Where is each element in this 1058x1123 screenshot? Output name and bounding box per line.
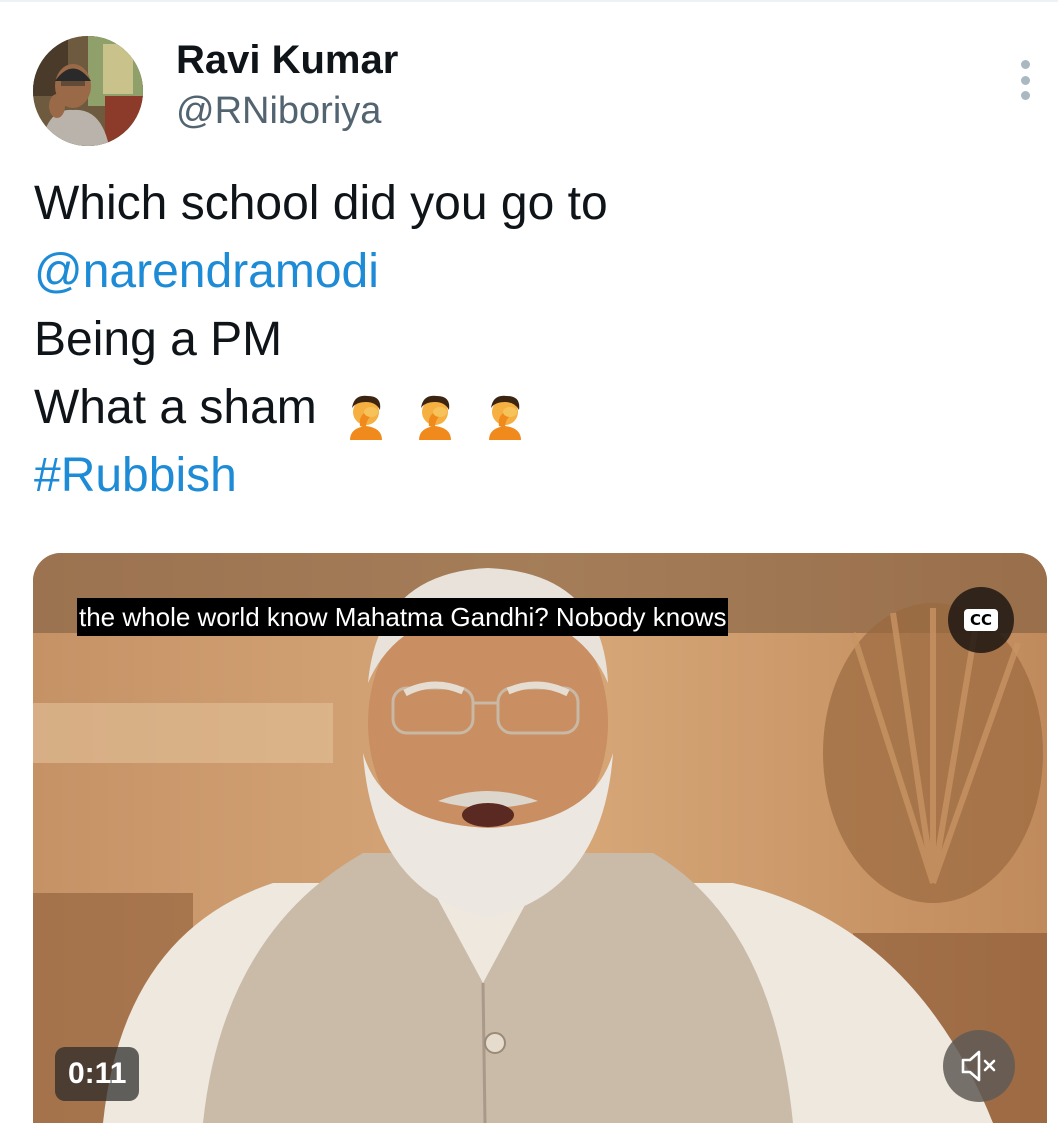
tweet-line: Which school did you go to xyxy=(34,177,608,230)
video-frame xyxy=(33,553,1047,1123)
tweet-line: Being a PM xyxy=(34,313,283,366)
tweet-page: Ravi Kumar @RNiboriya Which school did y… xyxy=(0,0,1058,1123)
facepalm-emoji-icon xyxy=(350,396,383,441)
cc-icon: CC xyxy=(963,609,999,631)
video-caption: the whole world know Mahatma Gandhi? Nob… xyxy=(77,598,729,636)
video-duration: 0:11 xyxy=(55,1047,140,1101)
video-player[interactable]: the whole world know Mahatma Gandhi? Nob… xyxy=(33,553,1047,1123)
display-name[interactable]: Ravi Kumar xyxy=(176,38,398,83)
avatar[interactable] xyxy=(33,36,143,146)
hashtag-link[interactable]: #Rubbish xyxy=(34,449,237,502)
dot xyxy=(1020,75,1030,85)
facepalm-emoji-icon xyxy=(488,396,521,441)
divider xyxy=(0,0,1058,2)
mute-toggle-button[interactable] xyxy=(943,1030,1015,1102)
facepalm-emoji-icon xyxy=(419,396,452,441)
dot xyxy=(1020,60,1030,69)
user-handle[interactable]: @RNiboriya xyxy=(176,90,381,133)
facepalm-emojis xyxy=(340,380,535,448)
tweet-text: Which school did you go to @narendramodi… xyxy=(34,170,1034,510)
closed-captions-button[interactable]: CC xyxy=(948,587,1014,653)
mention-link[interactable]: @narendramodi xyxy=(34,245,379,298)
tweet-line: What a sham xyxy=(34,381,317,434)
dot xyxy=(1020,91,1030,100)
more-vertical-icon[interactable] xyxy=(1010,60,1040,100)
speaker-muted-icon xyxy=(961,1050,996,1082)
